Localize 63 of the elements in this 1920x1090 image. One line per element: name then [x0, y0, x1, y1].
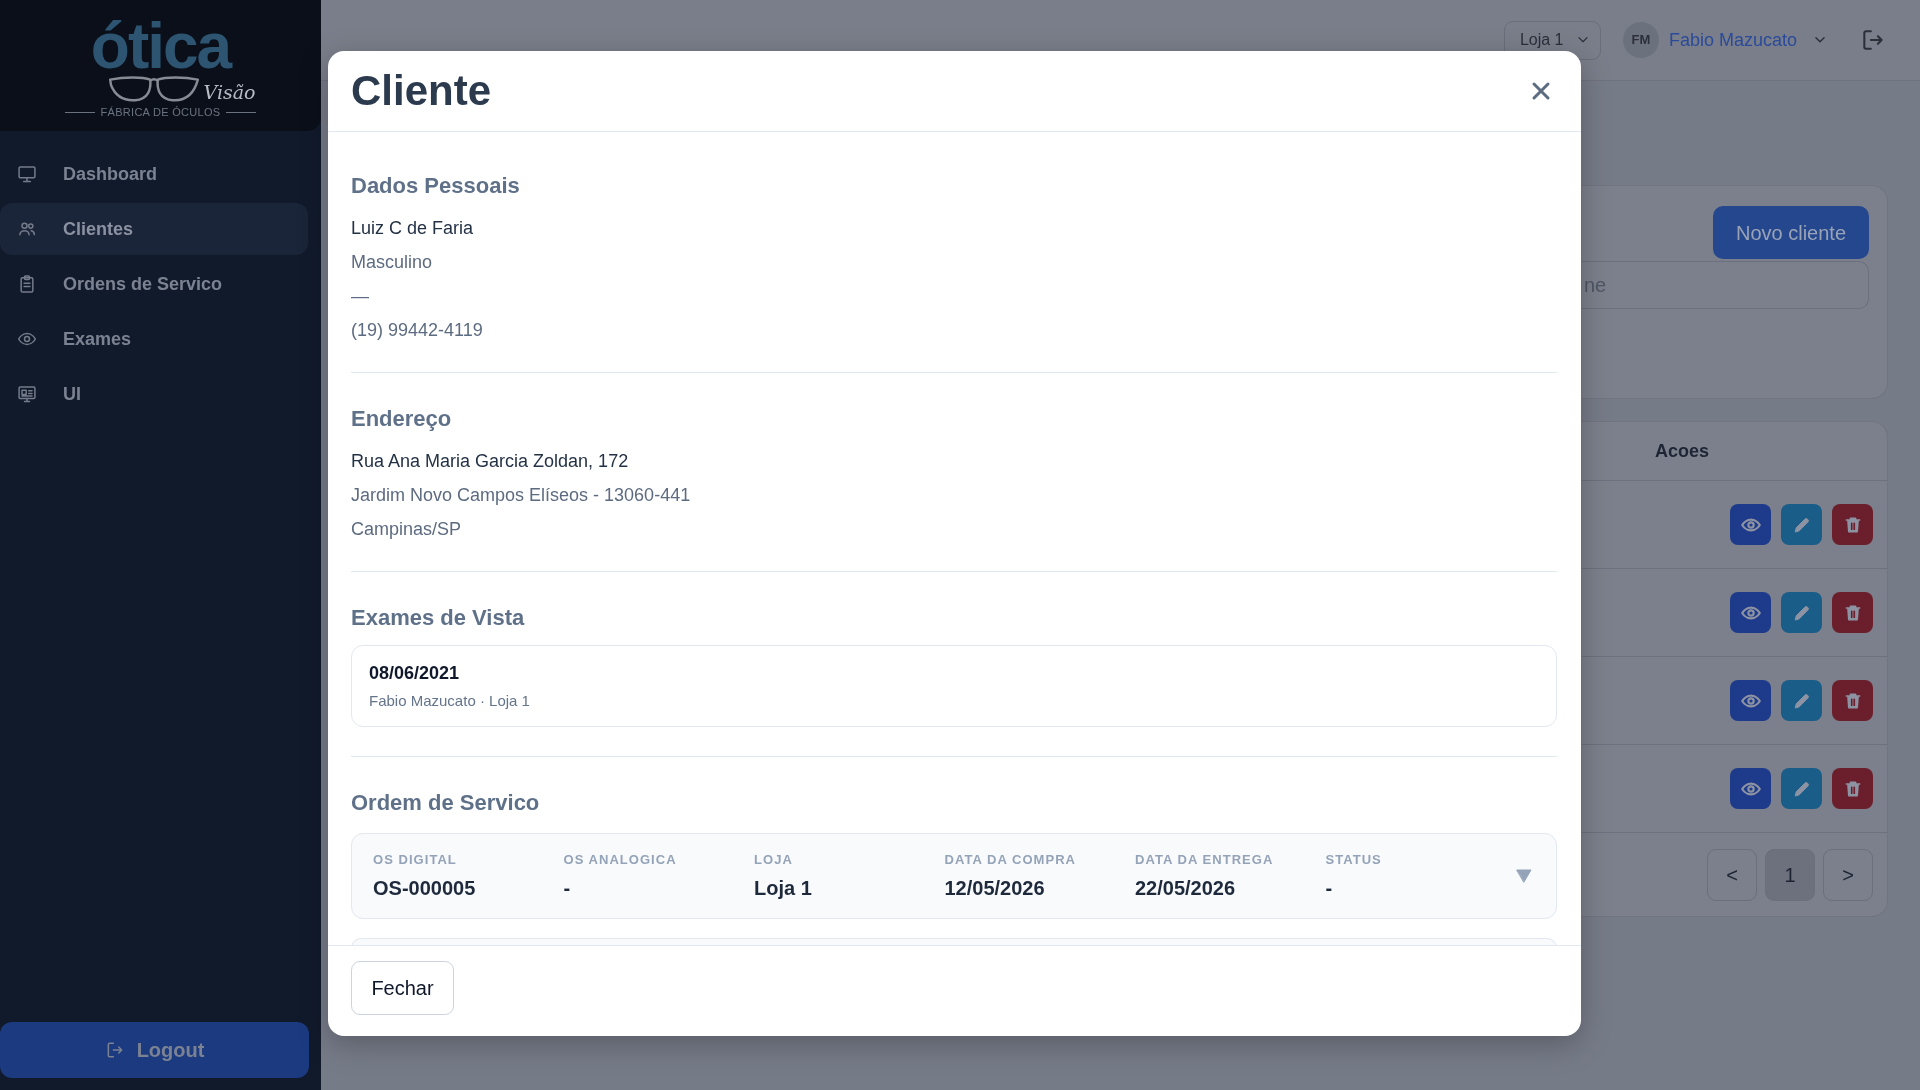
exam-card[interactable]: 08/06/2021 Fabio Mazucato · Loja 1: [351, 645, 1557, 727]
logout-button[interactable]: Logout: [0, 1022, 309, 1078]
detail-text: Rua Ana Maria Garcia Zoldan, 172: [351, 450, 629, 473]
logo-tagline: FÁBRICA DE ÓCULOS: [100, 105, 221, 119]
sidebar-item[interactable]: Ordens de Servico: [0, 258, 308, 310]
exam-date: 08/06/2021: [369, 662, 460, 685]
close-button[interactable]: Fechar: [351, 961, 454, 1015]
caret-icon[interactable]: [1516, 869, 1532, 883]
detail-text: Luiz C de Faria: [351, 217, 474, 240]
field-label: OS DIGITAL: [373, 851, 457, 869]
page-button[interactable]: 1: [1765, 849, 1815, 901]
delete-button[interactable]: [1832, 592, 1873, 633]
section-heading: Exames de Vista: [351, 605, 525, 631]
delete-button[interactable]: [1832, 680, 1873, 721]
field-label: OS ANALOGICA: [563, 851, 677, 869]
delete-button[interactable]: [1832, 504, 1873, 545]
section-heading: Dados Pessoais: [351, 173, 520, 199]
field-label: DATA DA COMPRA: [944, 851, 1077, 869]
order-card[interactable]: OS DIGITAL OS-000005 OS ANALOGICA - LOJA Loja 1 DATA DA COMPRA 12/05/2026 DATA DA ENTREGA 22/05/2026 STATUS -: [351, 833, 1557, 919]
edit-button[interactable]: [1781, 592, 1822, 633]
page-button[interactable]: <: [1707, 849, 1757, 901]
section-heading: Endereço: [351, 406, 452, 432]
sidebar-item[interactable]: Exames: [0, 313, 308, 365]
field-label: STATUS: [1325, 851, 1382, 869]
detail-text: Campinas/SP: [351, 518, 462, 541]
sidebar-item[interactable]: Dashboard: [0, 148, 308, 200]
close-icon: [1531, 81, 1551, 101]
detail-text: (19) 99442-4119: [351, 319, 483, 342]
field-value: 12/05/2026: [944, 876, 1045, 901]
logo-wordmark: ótica: [90, 16, 231, 75]
section-heading: Ordem de Servico: [351, 790, 540, 816]
edit-button[interactable]: [1781, 504, 1822, 545]
detail-text: Masculino: [351, 251, 433, 274]
field-value: -: [563, 876, 571, 901]
view-button[interactable]: [1730, 504, 1771, 545]
field-value: -: [1325, 876, 1333, 901]
edit-button[interactable]: [1781, 768, 1822, 809]
detail-text: Jardim Novo Campos Elíseos - 13060-441: [351, 484, 691, 507]
detail-text: —: [351, 285, 369, 308]
column-header: Acoes: [1655, 440, 1710, 463]
clipboard-icon: [17, 274, 37, 294]
new-client-button[interactable]: Novo cliente: [1713, 206, 1869, 259]
view-button[interactable]: [1730, 768, 1771, 809]
view-button[interactable]: [1730, 680, 1771, 721]
modal-title: Cliente: [351, 66, 492, 116]
logout-icon[interactable]: [1860, 27, 1886, 53]
layout-icon: [17, 384, 37, 404]
field-value: 22/05/2026: [1135, 876, 1236, 901]
view-button[interactable]: [1730, 592, 1771, 633]
logo-script-text: Visão: [203, 80, 256, 103]
monitor-icon: [17, 164, 37, 184]
exam-meta: Fabio Mazucato · Loja 1: [369, 691, 530, 711]
field-value: Loja 1: [754, 876, 812, 901]
field-value: OS-000005: [373, 876, 476, 901]
field-label: DATA DA ENTREGA: [1135, 851, 1274, 869]
avatar: FM: [1622, 22, 1659, 58]
sidebar-item[interactable]: Clientes: [0, 203, 308, 255]
delete-button[interactable]: [1832, 768, 1873, 809]
sidebar-item[interactable]: UI: [0, 368, 308, 420]
close-button[interactable]: [1531, 81, 1551, 101]
edit-button[interactable]: [1781, 680, 1822, 721]
field-label: LOJA: [754, 851, 793, 869]
page-button[interactable]: >: [1823, 849, 1873, 901]
